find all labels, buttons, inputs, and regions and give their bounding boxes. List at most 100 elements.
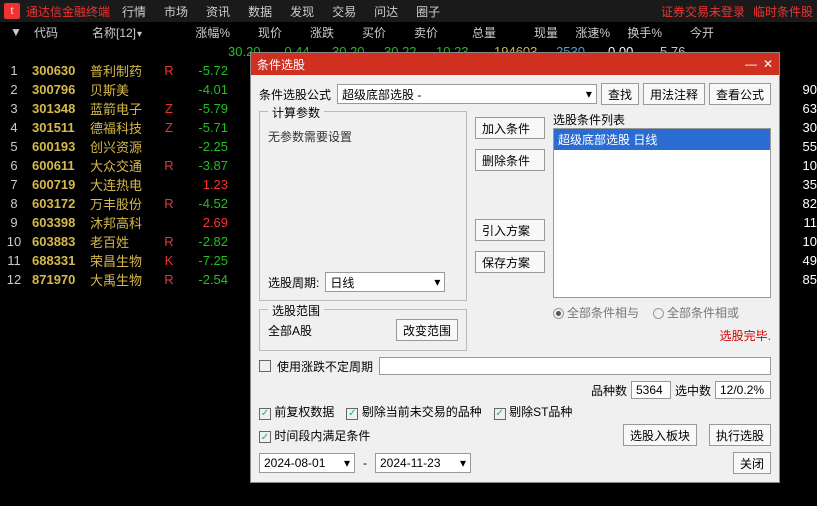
stock-name[interactable]: 德福科技 — [90, 118, 162, 137]
menu-数据[interactable]: 数据 — [248, 5, 272, 19]
menu-行情[interactable]: 行情 — [122, 5, 146, 19]
stock-code[interactable]: 301511 — [28, 120, 90, 135]
done-text: 选股完毕. — [553, 327, 771, 344]
period-select[interactable]: 日线 ▾ — [325, 272, 445, 292]
app-title: 通达信金融终端 — [26, 3, 110, 20]
row-index: 6 — [0, 158, 28, 173]
stock-code[interactable]: 301348 — [28, 101, 90, 116]
stock-code[interactable]: 603398 — [28, 215, 90, 230]
stock-flag: R — [162, 234, 176, 249]
col-turn[interactable]: 换手% — [610, 24, 662, 41]
stock-name[interactable]: 大众交通 — [90, 156, 162, 175]
radio-or[interactable]: 全部条件相或 — [653, 304, 739, 321]
col-open[interactable]: 今开 — [662, 24, 714, 41]
opt-fq[interactable]: 前复权数据 — [259, 403, 334, 420]
pct-change: -5.79 — [176, 101, 228, 116]
opt-del-st[interactable]: 剔除ST品种 — [494, 403, 573, 420]
pct-change: -2.82 — [176, 234, 228, 249]
stock-name[interactable]: 蓝箭电子 — [90, 99, 162, 118]
stock-code[interactable]: 871970 — [28, 272, 90, 287]
date-to[interactable]: 2024-11-23▾ — [375, 453, 471, 473]
uncertain-input[interactable] — [379, 357, 771, 375]
stock-name[interactable]: 大禹生物 — [90, 270, 162, 289]
save-plan-button[interactable]: 保存方案 — [475, 251, 545, 273]
status-login[interactable]: 证券交易未登录 — [661, 3, 745, 20]
stock-name[interactable]: 荣昌生物 — [90, 251, 162, 270]
row-tail: 30 — [787, 120, 817, 135]
dialog-title: 条件选股 — [257, 56, 305, 73]
stock-flag: R — [162, 63, 176, 78]
stock-code[interactable]: 688331 — [28, 253, 90, 268]
row-index: 11 — [0, 253, 28, 268]
stock-code[interactable]: 603172 — [28, 196, 90, 211]
menu-问达[interactable]: 问达 — [374, 5, 398, 19]
formula-combo[interactable]: 超级底部选股 - ▾ — [337, 84, 597, 104]
condition-list[interactable]: 超级底部选股 日线 — [553, 128, 771, 298]
pct-change: 2.69 — [176, 215, 228, 230]
execute-button[interactable]: 执行选股 — [709, 424, 771, 446]
stock-name[interactable]: 大连热电 — [90, 175, 162, 194]
menu-发现[interactable]: 发现 — [290, 5, 314, 19]
to-block-button[interactable]: 选股入板块 — [623, 424, 697, 446]
col-ask[interactable]: 卖价 — [386, 24, 438, 41]
stock-code[interactable]: 603883 — [28, 234, 90, 249]
add-condition-button[interactable]: 加入条件 — [475, 117, 545, 139]
minimize-icon[interactable]: — — [745, 57, 757, 71]
col-price[interactable]: 现价 — [230, 24, 282, 41]
row-index: 3 — [0, 101, 28, 116]
col-pct[interactable]: 涨幅% — [178, 24, 230, 41]
radio-and[interactable]: 全部条件相与 — [553, 304, 639, 321]
close-icon[interactable]: ✕ — [763, 57, 773, 71]
date-from[interactable]: 2024-08-01▾ — [259, 453, 355, 473]
stock-name[interactable]: 老百姓 — [90, 232, 162, 251]
stock-name[interactable]: 沐邦高科 — [90, 213, 162, 232]
col-amt[interactable]: 现量 — [496, 24, 558, 41]
find-button[interactable]: 查找 — [601, 83, 639, 105]
row-index: 5 — [0, 139, 28, 154]
calc-box-title: 计算参数 — [268, 104, 324, 121]
stock-flag: R — [162, 158, 176, 173]
pct-change: -4.52 — [176, 196, 228, 211]
import-plan-button[interactable]: 引入方案 — [475, 219, 545, 241]
col-name[interactable]: 名称[12] — [92, 26, 136, 40]
row-tail: 85 — [787, 272, 817, 287]
delete-condition-button[interactable]: 删除条件 — [475, 149, 545, 171]
usage-button[interactable]: 用法注释 — [643, 83, 705, 105]
condition-item[interactable]: 超级底部选股 日线 — [554, 129, 770, 150]
col-chg[interactable]: 涨跌 — [282, 24, 334, 41]
stock-code[interactable]: 600611 — [28, 158, 90, 173]
stock-code[interactable]: 300796 — [28, 82, 90, 97]
close-button[interactable]: 关闭 — [733, 452, 771, 474]
status-temp-stock[interactable]: 临时条件股 — [753, 3, 813, 20]
uncertain-label: 使用涨跌不定周期 — [277, 358, 373, 375]
stock-code[interactable]: 300630 — [28, 63, 90, 78]
chevron-down-icon: ▾ — [460, 456, 466, 470]
row-tail: 10 — [787, 158, 817, 173]
stock-name[interactable]: 万丰股份 — [90, 194, 162, 213]
row-index: 4 — [0, 120, 28, 135]
menu-圈子[interactable]: 圈子 — [416, 5, 440, 19]
stock-name[interactable]: 贝斯美 — [90, 80, 162, 99]
stock-code[interactable]: 600193 — [28, 139, 90, 154]
pct-change: -2.54 — [176, 272, 228, 287]
row-tail: 49 — [787, 253, 817, 268]
opt-time-range[interactable]: 时间段内满足条件 — [259, 427, 370, 444]
view-formula-button[interactable]: 查看公式 — [709, 83, 771, 105]
menu-市场[interactable]: 市场 — [164, 5, 188, 19]
col-speed[interactable]: 涨速% — [558, 24, 610, 41]
menu-资讯[interactable]: 资讯 — [206, 5, 230, 19]
stock-name[interactable]: 普利制药 — [90, 61, 162, 80]
uncertain-checkbox[interactable] — [259, 360, 271, 372]
stock-name[interactable]: 创兴资源 — [90, 137, 162, 156]
col-bid[interactable]: 买价 — [334, 24, 386, 41]
col-sort-icon[interactable]: ▼ — [2, 25, 30, 39]
col-code[interactable]: 代码 — [30, 24, 92, 41]
menu-交易[interactable]: 交易 — [332, 5, 356, 19]
opt-del-notrade[interactable]: 剔除当前未交易的品种 — [346, 403, 481, 420]
row-index: 8 — [0, 196, 28, 211]
change-scope-button[interactable]: 改变范围 — [396, 319, 458, 341]
name-dropdown-icon[interactable]: ▾ — [137, 29, 142, 40]
stock-code[interactable]: 600719 — [28, 177, 90, 192]
dialog-titlebar[interactable]: 条件选股 — ✕ — [251, 53, 779, 75]
col-vol[interactable]: 总量 — [438, 24, 496, 41]
